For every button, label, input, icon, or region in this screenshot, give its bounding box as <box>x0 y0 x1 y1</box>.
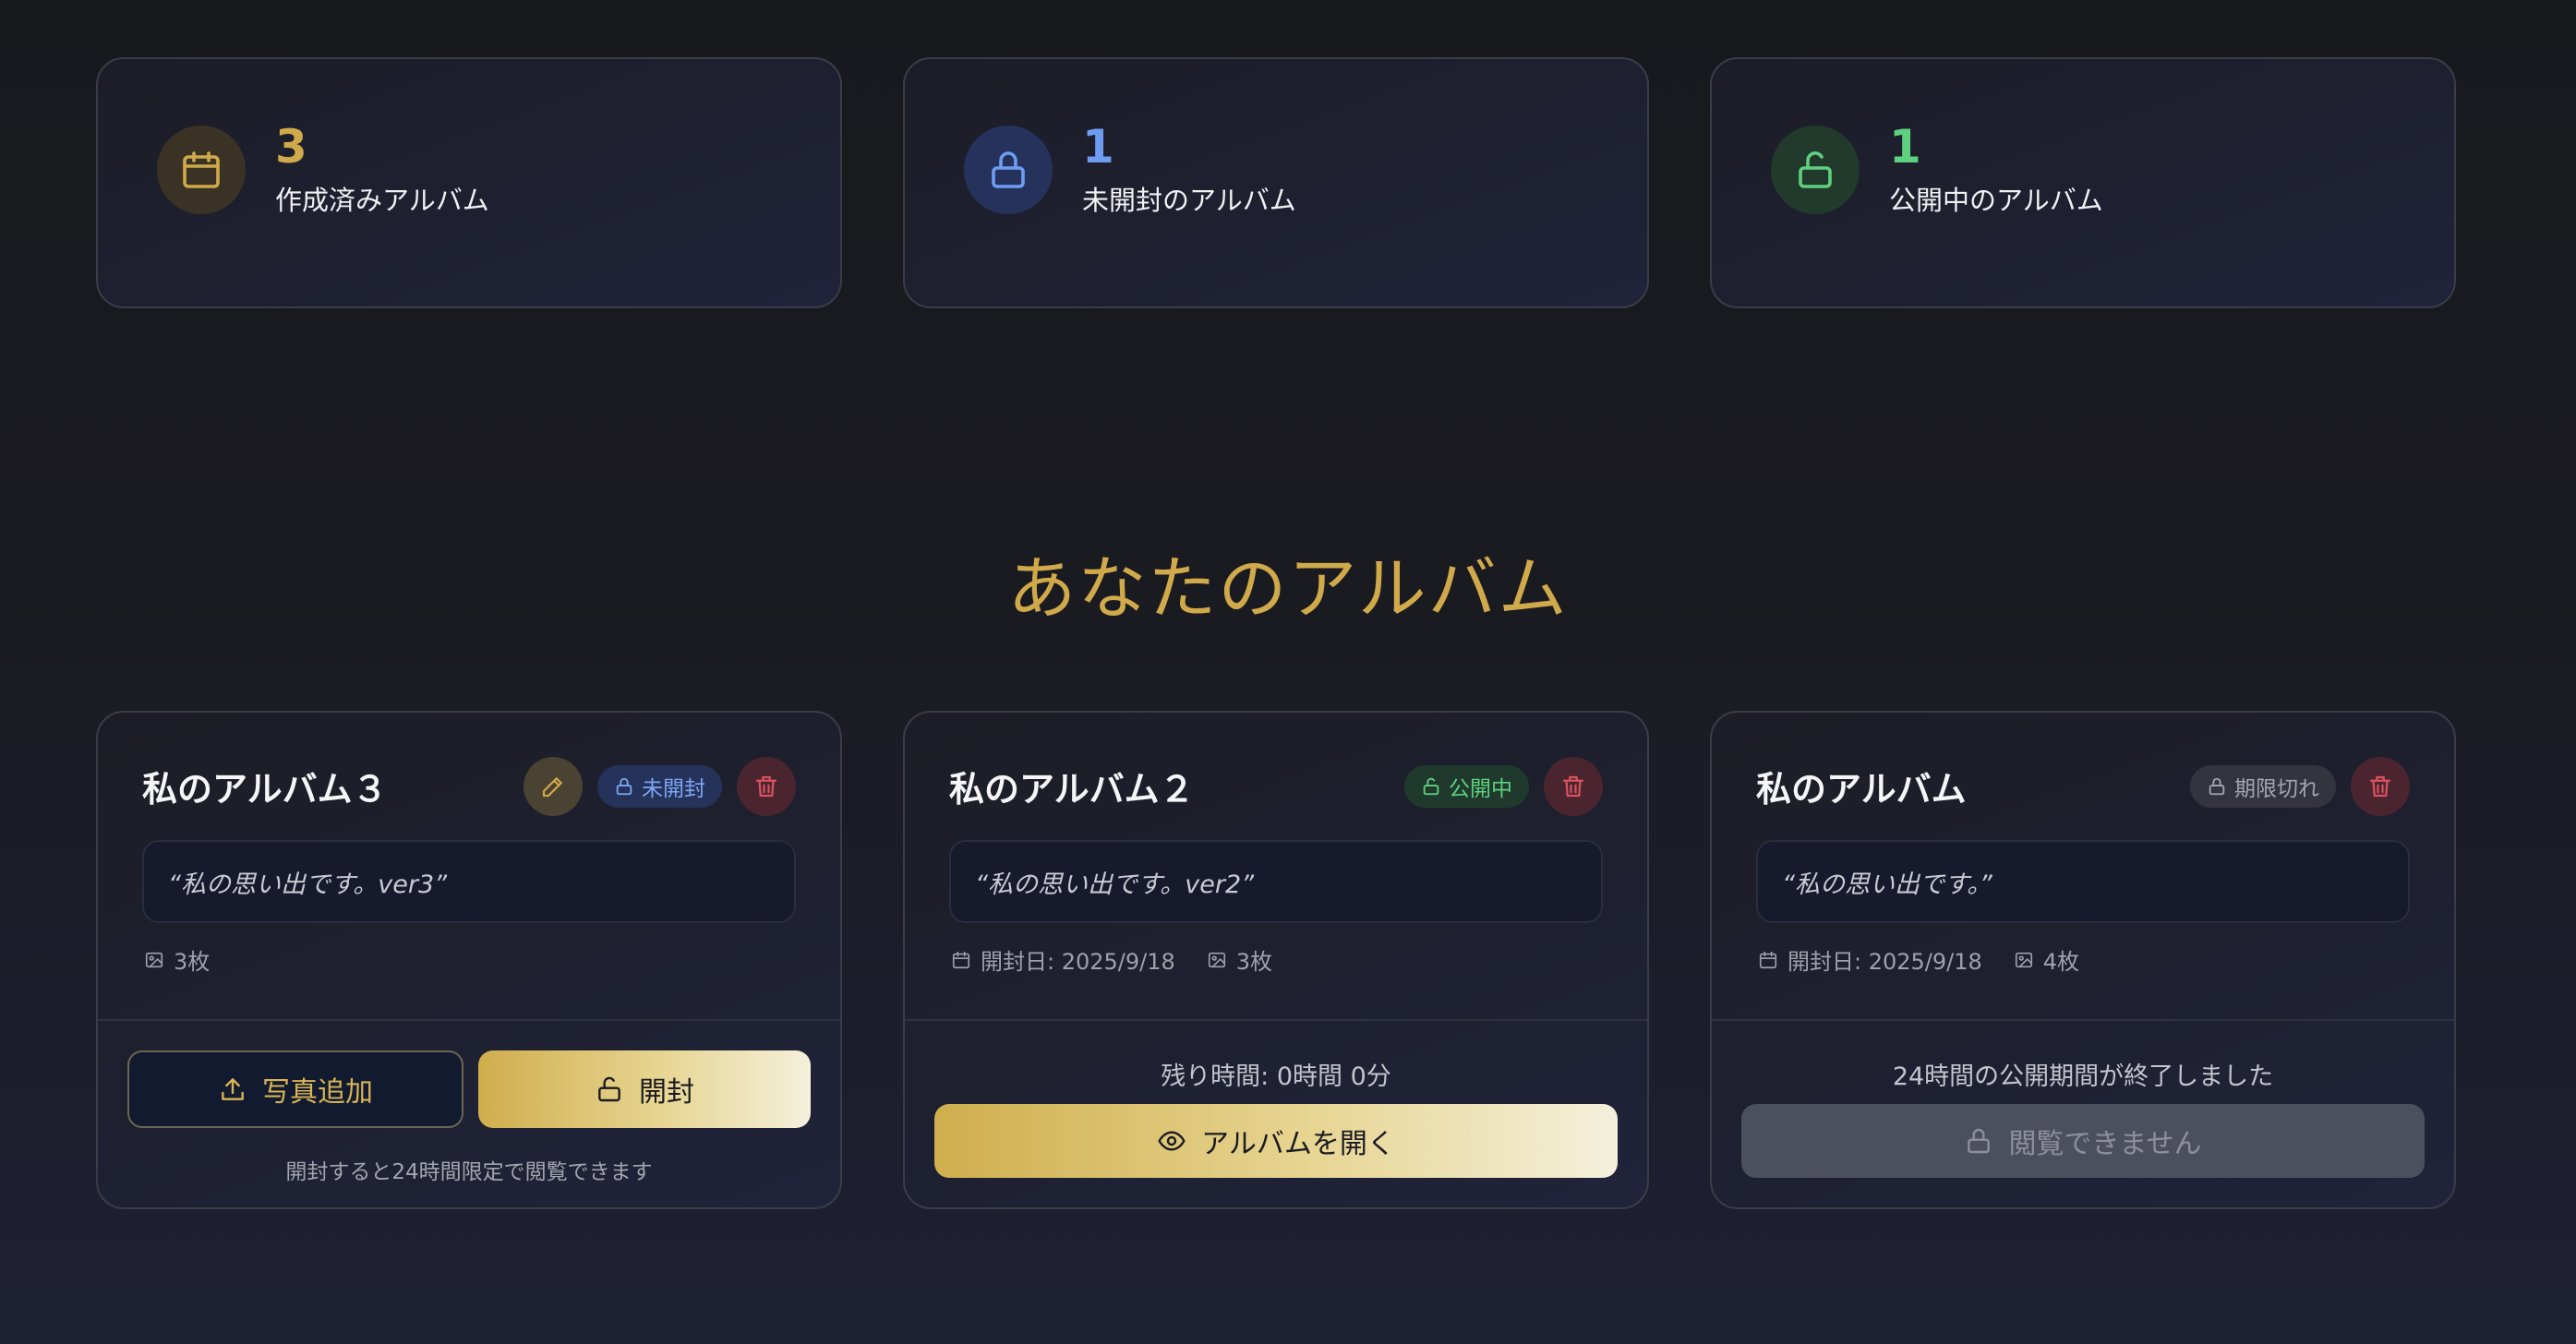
image-icon <box>145 952 163 967</box>
photo-count-label: 4枚 <box>2042 949 2080 975</box>
view-disabled-label: 閲覧できません <box>2008 1128 2202 1160</box>
album-actions: 未開封 <box>524 757 796 816</box>
divider <box>905 1019 1647 1021</box>
divider <box>1712 1019 2454 1021</box>
expired-message: 24時間の公開期間が終了しました <box>1892 1062 2274 1091</box>
section-title: あなたのアルバム <box>1007 549 1569 629</box>
status-badge: 公開中 <box>1404 765 1529 808</box>
photo-count: 4枚 <box>2014 943 2079 976</box>
photo-count-label: 3枚 <box>174 949 211 975</box>
divider <box>98 1019 840 1021</box>
stat-label: 作成済みアルバム <box>275 185 489 216</box>
upload-icon <box>222 1078 244 1100</box>
album-description: “私の思い出です。ver2” <box>949 840 1603 923</box>
delete-button[interactable] <box>737 757 796 816</box>
album-meta: 開封日: 2025/9/18 3枚 <box>951 943 1272 976</box>
status-badge: 未開封 <box>597 765 722 808</box>
photo-count-label: 3枚 <box>1235 949 1273 975</box>
lock-open-icon <box>598 1076 620 1102</box>
stat-value: 3 <box>275 120 307 174</box>
stat-card-unopened: 1 未開封のアルバム <box>903 57 1649 308</box>
status-badge: 期限切れ <box>2190 765 2336 808</box>
add-photo-button[interactable]: 写真追加 <box>127 1050 463 1128</box>
lock-icon <box>1968 1128 1991 1154</box>
album-card: 私のアルバム 期限切れ “私の思い出です。” 開封日: 2025/9/18 4枚… <box>1710 711 2456 1209</box>
open-date-label: 開封日: 2025/9/18 <box>1788 949 1982 975</box>
album-card: 私のアルバム２ 公開中 “私の思い出です。ver2” 開封日: 2025/9/1… <box>903 711 1649 1209</box>
lock-icon <box>964 126 1053 214</box>
stat-card-created: 3 作成済みアルバム <box>96 57 842 308</box>
stat-card-public: 1 公開中のアルバム <box>1710 57 2456 308</box>
photo-count: 3枚 <box>144 943 210 976</box>
album-title: 私のアルバム <box>1756 769 1967 810</box>
image-icon <box>1208 952 1225 967</box>
album-title: 私のアルバム２ <box>949 769 1195 810</box>
stat-label: 未開封のアルバム <box>1082 185 1296 216</box>
open-album-button[interactable]: 開封 <box>478 1050 811 1128</box>
open-date: 開封日: 2025/9/18 <box>1758 943 1982 976</box>
trash-icon <box>755 775 777 798</box>
view-album-button[interactable]: アルバムを開く <box>934 1104 1618 1178</box>
album-actions: 期限切れ <box>2190 757 2410 816</box>
status-badge-label: 期限切れ <box>2234 777 2319 801</box>
open-date-label: 開封日: 2025/9/18 <box>981 949 1175 975</box>
stat-value: 1 <box>1889 120 1921 174</box>
album-title: 私のアルバム３ <box>142 769 388 810</box>
pencil-icon <box>542 777 562 798</box>
album-meta: 3枚 <box>144 943 210 976</box>
open-album-label: 開封 <box>639 1076 694 1109</box>
stat-value: 1 <box>1082 120 1114 174</box>
delete-button[interactable] <box>2351 757 2410 816</box>
lock-open-icon <box>1771 126 1860 214</box>
image-icon <box>2015 952 2032 967</box>
album-meta: 開封日: 2025/9/18 4枚 <box>1758 943 2079 976</box>
lock-open-icon <box>1423 777 1439 796</box>
add-photo-label: 写真追加 <box>262 1076 373 1109</box>
lock-icon <box>616 777 632 796</box>
calendar-icon <box>952 951 970 968</box>
album-actions: 公開中 <box>1404 757 1603 816</box>
calendar-icon <box>1759 951 1777 968</box>
eye-icon <box>1158 1131 1186 1151</box>
view-disabled-button[interactable]: 閲覧できません <box>1741 1104 2425 1178</box>
album-list: 私のアルバム３ 未開封 “私の思い出です。ver3” 3枚 写真追加 開封 開封… <box>96 711 2456 1209</box>
open-hint: 開封すると24時間限定で閲覧できます <box>285 1160 653 1184</box>
album-description: “私の思い出です。” <box>1756 840 2410 923</box>
trash-icon <box>2369 775 2391 798</box>
open-date: 開封日: 2025/9/18 <box>951 943 1175 976</box>
album-card: 私のアルバム３ 未開封 “私の思い出です。ver3” 3枚 写真追加 開封 開封… <box>96 711 842 1209</box>
stat-label: 公開中のアルバム <box>1889 185 2103 216</box>
edit-button[interactable] <box>524 757 583 816</box>
status-badge-label: 公開中 <box>1449 777 1512 801</box>
remaining-time: 残り時間: 0時間 0分 <box>1161 1062 1391 1091</box>
stats-row: 3 作成済みアルバム 1 未開封のアルバム 1 公開中のアルバム <box>96 57 2456 308</box>
album-buttons: 写真追加 開封 <box>127 1050 811 1128</box>
status-badge-label: 未開封 <box>642 777 705 801</box>
trash-icon <box>1562 775 1584 798</box>
lock-icon <box>2209 777 2225 796</box>
calendar-icon <box>157 126 246 214</box>
delete-button[interactable] <box>1544 757 1603 816</box>
view-album-label: アルバムを開く <box>1201 1128 1395 1160</box>
photo-count: 3枚 <box>1207 943 1272 976</box>
album-description: “私の思い出です。ver3” <box>142 840 796 923</box>
